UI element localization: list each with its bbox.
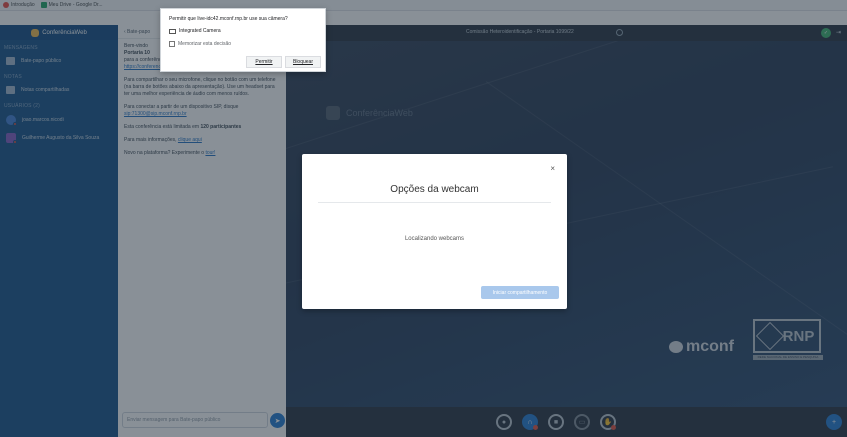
camera-device-label: Integrated Camera <box>179 28 221 34</box>
sidebar-item-label: Notas compartilhadas <box>21 87 70 93</box>
start-sharing-button[interactable]: Iniciar compartilhamento <box>481 286 559 299</box>
checkbox-icon <box>169 41 175 47</box>
bookmarks-bar: Introdução Meu Drive - Google Dr... <box>0 0 847 11</box>
sip-link[interactable]: sip:71300@sip.mconf.rnp.br <box>124 111 187 117</box>
block-button[interactable]: Bloquear <box>285 56 321 68</box>
send-icon: ➤ <box>274 417 281 425</box>
rnp-text: RNP <box>782 327 815 345</box>
sidebar-item-label: Bate-papo público <box>21 58 62 64</box>
webcam-status-text: Localizando webcams <box>404 236 465 242</box>
user-menu-button[interactable]: ✓ <box>821 28 831 38</box>
meeting-topbar: Comissão Heteroidentificação - Portaria … <box>286 25 847 41</box>
permission-question: Permitir que live-idc42.mconf.rnp.br use… <box>169 16 288 22</box>
close-icon[interactable]: × <box>550 164 555 173</box>
muted-indicator-icon <box>13 122 17 126</box>
bookmark-label: Introdução <box>11 2 35 8</box>
sidebar-item-shared-notes[interactable]: Notas compartilhadas <box>0 82 118 98</box>
rnp-logo: RNP <box>753 319 821 353</box>
logo-text: ConferênciaWeb <box>42 29 87 36</box>
camera-icon: ■ <box>553 418 559 426</box>
webcam-options-modal: × Opções da webcam Localizando webcams I… <box>302 154 567 309</box>
camera-permission-popup: Permitir que live-idc42.mconf.rnp.br use… <box>160 8 326 72</box>
audio-button[interactable]: ∩ <box>522 414 538 430</box>
section-users: USUÁRIOS (2) <box>4 103 41 109</box>
logo-text: ConferênciaWeb <box>346 108 413 118</box>
raise-hand-button[interactable]: ✋ <box>600 414 616 430</box>
screen-icon: ▭ <box>578 419 586 426</box>
avatar <box>6 133 17 144</box>
leave-icon[interactable]: ⇥ <box>836 29 841 36</box>
limit-value: 120 participantes <box>200 124 242 130</box>
bookmark-introducao[interactable]: Introdução <box>3 2 35 8</box>
tour-text: Novo na plataforma? Experimente o <box>124 150 205 156</box>
sidebar-item-public-chat[interactable]: Bate-papo público <box>0 53 118 69</box>
welcome-title: Portaria 10 <box>124 50 150 56</box>
bookmark-label: Meu Drive - Google Dr... <box>48 2 103 8</box>
user-name: Guilherme Augusto da Silva Souza <box>22 135 100 141</box>
avatar <box>6 115 17 126</box>
section-notes: NOTAS <box>4 74 22 80</box>
bookmark-meu-drive[interactable]: Meu Drive - Google Dr... <box>40 2 103 8</box>
meeting-title: Comissão Heteroidentificação - Portaria … <box>466 29 574 35</box>
mic-instructions: Para compartilhar o seu microfone, cliqu… <box>124 77 276 97</box>
record-icon[interactable] <box>616 29 623 36</box>
status-dot <box>533 425 538 430</box>
muted-indicator-icon <box>13 140 17 144</box>
limit-text: Esta conferência está limitada em <box>124 124 200 130</box>
user-row[interactable]: Guilherme Augusto da Silva Souza <box>0 129 118 147</box>
chat-panel: ‹ Bate-papo Bem-vindo Portaria 10 para a… <box>118 25 286 437</box>
webcam-button[interactable]: ■ <box>548 414 564 430</box>
user-row[interactable]: joao.marcos.nicodi <box>0 111 118 129</box>
send-message-button[interactable]: ➤ <box>270 413 285 428</box>
section-messages: MENSAGENS <box>4 45 38 51</box>
plus-icon: + <box>831 418 837 426</box>
remember-decision-checkbox[interactable]: Memorizar esta decisão <box>169 41 231 47</box>
background-line <box>286 41 817 162</box>
conferenciaweb-logo-icon <box>326 106 340 120</box>
mconf-paw-icon <box>669 341 683 353</box>
sidebar-logo: ConferênciaWeb <box>0 25 118 40</box>
tour-link[interactable]: tour! <box>205 150 215 156</box>
modal-divider <box>318 202 551 203</box>
modal-title: Opções da webcam <box>390 184 479 195</box>
mute-button[interactable]: ● <box>496 414 512 430</box>
allow-button[interactable]: Permitir <box>246 56 282 68</box>
screenshare-button[interactable]: ▭ <box>574 414 590 430</box>
sidebar: ConferênciaWeb MENSAGENS Bate-papo públi… <box>0 25 118 437</box>
mconf-logo: mconf <box>669 338 734 356</box>
conferenciaweb-logo-icon <box>31 28 40 37</box>
camera-icon <box>169 28 176 34</box>
mconf-text: mconf <box>686 338 734 355</box>
microphone-icon: ● <box>501 418 507 426</box>
info-text: Para mais informações, <box>124 137 177 143</box>
rnp-subtitle: REDE NACIONAL DE ENSINO E PESQUISA <box>753 355 823 360</box>
status-dot <box>611 425 616 430</box>
headphones-icon: ∩ <box>527 418 533 426</box>
media-controls: ● ∩ ■ ▭ ✋ + <box>286 407 847 437</box>
bookmark-icon <box>3 2 9 8</box>
chat-icon <box>6 57 15 65</box>
actions-button[interactable]: + <box>826 414 842 430</box>
notes-icon <box>6 86 15 94</box>
conferenciaweb-logo: ConferênciaWeb <box>326 106 413 120</box>
rnp-globe-icon <box>755 321 784 351</box>
sip-instructions: Para conectar a partir de um dispositivo… <box>124 104 239 110</box>
camera-device-select[interactable]: Integrated Camera <box>169 28 221 34</box>
welcome-text: Bem-vindo <box>124 43 148 49</box>
more-info-link[interactable]: clique aqui <box>178 137 202 143</box>
drive-icon <box>40 2 47 8</box>
remember-label: Memorizar esta decisão <box>178 41 232 47</box>
user-name: joao.marcos.nicodi <box>22 117 64 123</box>
chat-message-input[interactable]: Enviar mensagem para Bate-papo público <box>122 412 268 428</box>
